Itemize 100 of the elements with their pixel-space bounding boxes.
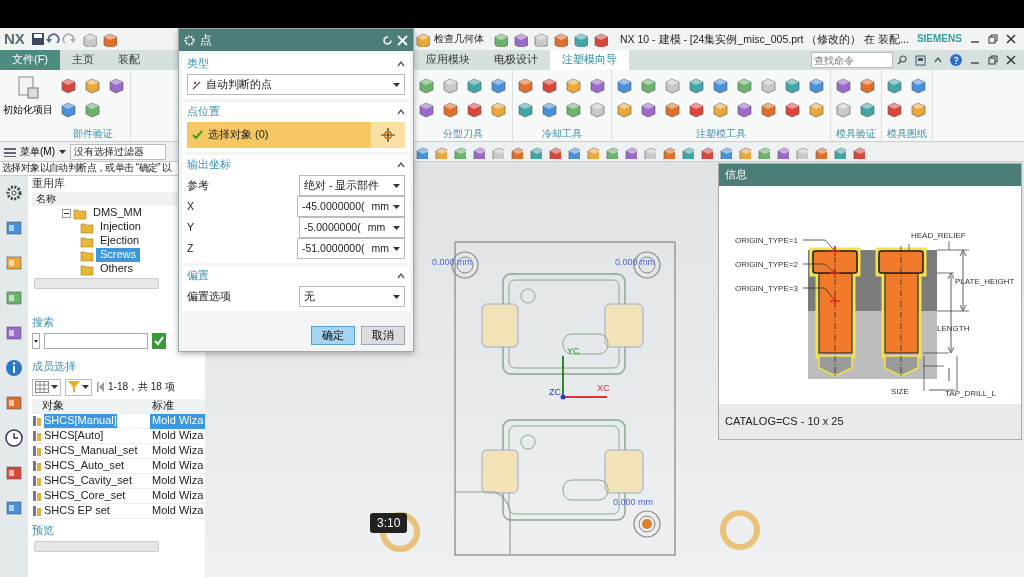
tree-item[interactable]: Others	[96, 262, 137, 276]
column-header: 名称	[36, 193, 56, 205]
tree-item[interactable]: Injection	[96, 220, 145, 234]
cube-icon[interactable]	[592, 31, 608, 47]
file-menu-tab[interactable]: 文件(F)	[0, 50, 60, 70]
ribbon-tab[interactable]: 电极设计	[482, 50, 550, 70]
tree-item[interactable]: DMS_MM	[89, 206, 146, 220]
init-project-button[interactable]: 初始化项目	[0, 70, 56, 116]
point-dialog-button[interactable]	[371, 122, 405, 148]
dropdown-arrow-icon[interactable]	[393, 225, 400, 230]
search-field[interactable]	[44, 333, 148, 349]
settings-icon[interactable]	[5, 184, 23, 202]
dropdown-arrow-icon[interactable]	[393, 246, 400, 251]
table-cell-text: Mold Wiza	[151, 503, 205, 519]
table-cell[interactable]: SHCS[Auto]	[44, 429, 104, 443]
collapse-icon[interactable]	[397, 273, 405, 279]
horizontal-scrollbar[interactable]	[34, 278, 159, 289]
command-label[interactable]: 检查几何体	[434, 33, 484, 45]
ribbon-tab[interactable]: 装配	[106, 50, 152, 70]
cube-icon[interactable]	[532, 31, 548, 47]
save-icon[interactable]	[30, 32, 45, 46]
coordinate-field[interactable]: -45.0000000( mm	[297, 196, 405, 217]
reset-icon[interactable]	[382, 34, 393, 46]
cube-icon[interactable]	[100, 31, 117, 47]
table-cell[interactable]: SHCS_Auto_set	[44, 459, 125, 473]
table-cell-text: Mold Wiza	[151, 473, 205, 489]
check-button[interactable]	[152, 333, 166, 349]
dropdown-arrow-icon[interactable]	[393, 204, 400, 209]
menu-button[interactable]: 菜单(M)	[4, 145, 66, 158]
close-icon[interactable]	[1006, 55, 1016, 65]
point-type-dropdown[interactable]: 自动判断的点	[187, 74, 405, 95]
horizontal-scrollbar[interactable]	[34, 541, 159, 552]
tool-icon[interactable]	[5, 324, 23, 342]
ribbon-group-label: 模具图纸	[887, 127, 927, 141]
coordinate-field[interactable]: -5.0000000( mm	[299, 217, 405, 238]
folder-icon	[80, 248, 94, 262]
ribbon-tab[interactable]: 注塑模向导	[550, 50, 629, 70]
search-icon	[897, 55, 907, 65]
diagram-label: SIZE	[891, 386, 909, 396]
diagram-label: PLATE_HEIGHT	[955, 276, 1015, 286]
component-icon	[32, 445, 42, 457]
selection-filter-dropdown[interactable]: 没有选择过滤器	[70, 143, 166, 160]
cube-icon[interactable]	[80, 31, 97, 47]
dropdown-arrow-icon[interactable]	[393, 183, 400, 188]
cube-icon[interactable]	[414, 31, 430, 47]
tool-icon[interactable]	[5, 254, 23, 272]
collapse-icon[interactable]	[397, 109, 405, 115]
view-options-button[interactable]	[32, 378, 61, 396]
ok-button[interactable]: 确定	[311, 326, 355, 345]
window-icon[interactable]	[915, 54, 926, 66]
cube-icon[interactable]	[492, 31, 508, 47]
axis-label: ZC	[549, 387, 561, 397]
field-label: 参考	[187, 179, 210, 192]
ribbon-tab[interactable]: 应用模块	[414, 50, 482, 70]
table-cell[interactable]: SHCS EP set	[44, 504, 110, 518]
reference-dropdown[interactable]: 绝对 - 显示部件	[299, 175, 405, 196]
command-search-field[interactable]: 查找命令	[811, 52, 893, 68]
close-icon[interactable]	[1006, 34, 1016, 44]
tool-icon[interactable]	[5, 464, 23, 482]
tree-item[interactable]: Ejection	[96, 234, 144, 248]
first-page-icon[interactable]	[96, 381, 104, 393]
dropdown-arrow-icon[interactable]	[51, 385, 58, 389]
table-cell[interactable]: SHCS_Core_set	[44, 489, 126, 503]
table-cell[interactable]: SHCS_Manual_set	[44, 444, 138, 458]
restore-icon[interactable]	[988, 34, 998, 44]
dropdown-arrow-icon[interactable]	[82, 385, 89, 389]
tool-icon[interactable]	[5, 499, 23, 517]
dropdown-arrow-icon[interactable]	[393, 294, 400, 299]
collapse-ribbon-icon[interactable]	[934, 57, 942, 63]
cube-icon[interactable]	[512, 31, 528, 47]
dropdown-arrow-icon[interactable]	[59, 149, 66, 154]
help-icon[interactable]	[950, 54, 962, 66]
folder-icon	[80, 220, 94, 234]
dialog-title: 点	[200, 32, 212, 48]
filter-button[interactable]	[65, 378, 92, 396]
section-title: 输出坐标	[187, 158, 231, 172]
tool-icon[interactable]	[5, 394, 23, 412]
clock-icon[interactable]	[5, 429, 23, 447]
offset-dropdown[interactable]: 无	[299, 286, 405, 307]
undo-icon[interactable]	[44, 32, 61, 46]
window-title: NX 10 - 建模 - [24集实例_misc_005.prt （修改的） 在 装配...	[620, 32, 909, 46]
tool-icon[interactable]	[5, 289, 23, 307]
table-cell-text: Mold Wiza	[151, 488, 205, 504]
cube-icon[interactable]	[572, 31, 588, 47]
cancel-button[interactable]: 取消	[361, 326, 405, 345]
diagram-label: TAP_DRILL_L	[945, 388, 996, 398]
collapse-icon[interactable]	[397, 162, 405, 168]
cube-icon[interactable]	[552, 31, 568, 47]
component-icon	[32, 415, 42, 427]
diagram-label: ORIGIN_TYPE=1	[735, 235, 798, 245]
dropdown-arrow-icon[interactable]	[393, 82, 400, 87]
coordinate-field[interactable]: -51.0000000( mm	[297, 238, 405, 259]
collapse-icon[interactable]	[397, 61, 405, 67]
restore-icon[interactable]	[988, 55, 998, 65]
tool-icon[interactable]	[5, 219, 23, 237]
info-icon[interactable]	[5, 359, 23, 377]
table-cell[interactable]: SHCS_Cavity_set	[44, 474, 133, 488]
ribbon-tab[interactable]: 主页	[60, 50, 106, 70]
tree-expander-icon[interactable]	[62, 208, 71, 218]
select-object-field[interactable]: 选择对象 (0)	[187, 122, 371, 148]
